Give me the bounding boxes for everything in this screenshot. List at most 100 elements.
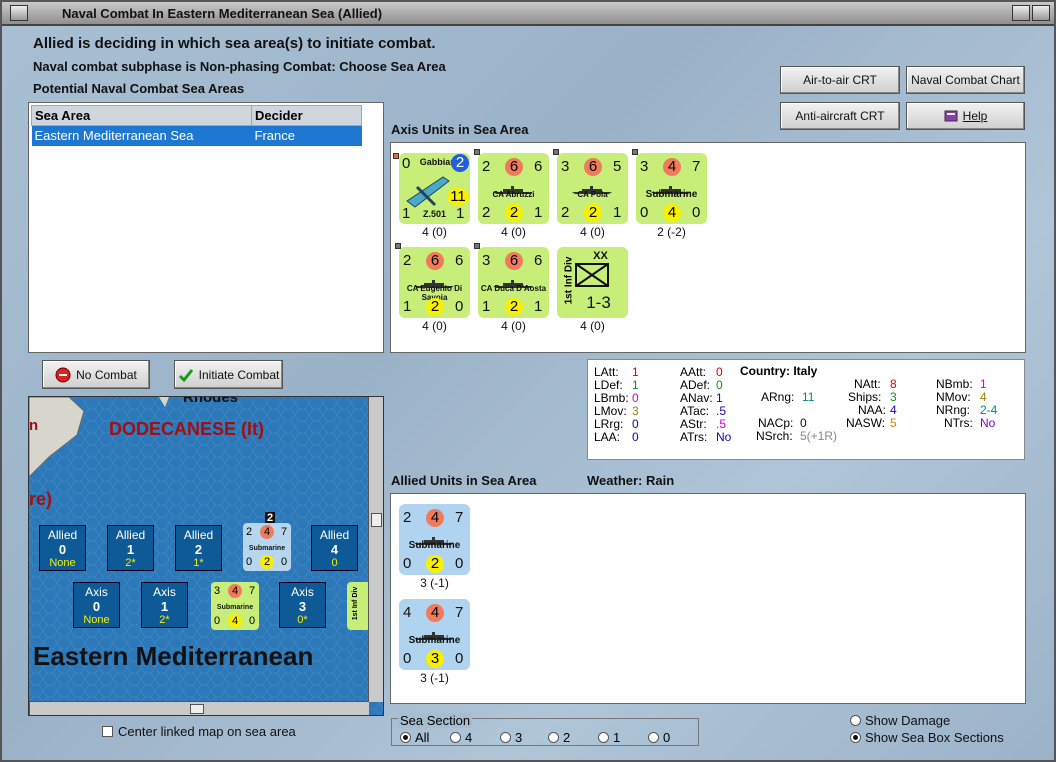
unit-strength-label: 3 (-1) <box>420 576 449 590</box>
sea-section-option[interactable]: 2 <box>548 730 570 745</box>
center-linked-checkbox[interactable]: Center linked map on sea area <box>102 724 296 739</box>
air-to-air-crt-button[interactable]: Air-to-air CRT <box>780 66 900 94</box>
table-row[interactable]: Eastern Mediterranean Sea France <box>31 125 362 146</box>
unit-counter[interactable]: 4 4 7 Submarine 0 3 0 <box>399 599 470 670</box>
sea-section-option-label: All <box>415 730 430 745</box>
unit-name: Submarine <box>645 189 698 200</box>
allied-sea-box[interactable]: Allied 2 1* <box>175 525 222 571</box>
col-decider[interactable]: Decider <box>251 105 362 126</box>
aircraft-counter[interactable]: 0 Gabbiano 2 11 1 Z.501 1 <box>399 153 470 224</box>
axis-sea-box[interactable]: Axis 3 0* <box>279 582 326 628</box>
attack-value: 2 <box>246 526 253 538</box>
minimize-button[interactable] <box>1012 5 1030 21</box>
aa-value: 0 <box>455 298 464 315</box>
map-vertical-scrollbar[interactable] <box>368 397 383 702</box>
unit-counter[interactable]: 266CA Eugenio Di Savoia120 <box>399 247 470 318</box>
movement-circle: 2 <box>426 555 444 573</box>
map-unit-counter[interactable]: 2 4 7 Submarine 0 2 0 <box>243 523 291 571</box>
vertical-scroll-thumb[interactable] <box>371 513 382 527</box>
show-sections-option[interactable]: Show Sea Box Sections <box>850 730 1004 745</box>
infantry-symbol-icon <box>575 263 609 291</box>
close-button[interactable] <box>1032 5 1050 21</box>
aa-value: 0 <box>455 650 464 667</box>
sea-section-option[interactable]: 4 <box>450 730 472 745</box>
sea-section-option[interactable]: 1 <box>598 730 620 745</box>
allied-sea-box[interactable]: Allied 1 2* <box>107 525 154 571</box>
combat-factor: 1-3 <box>586 293 611 312</box>
stat-value: No <box>716 430 732 444</box>
box-number: 3 <box>298 599 307 614</box>
radio-button[interactable] <box>850 715 861 726</box>
window-menu-button[interactable] <box>10 5 28 21</box>
allied-units-title: Allied Units in Sea Area <box>391 473 537 488</box>
stat-label: ADef: <box>680 378 711 392</box>
radio-button[interactable] <box>400 732 411 743</box>
radio-button[interactable] <box>500 732 511 743</box>
unit-counter[interactable]: 3 6 6 CA Duca D'Aosta 1 2 1 <box>478 247 549 318</box>
stat-label: LRrg: <box>594 417 624 431</box>
unit-size-label: XX <box>593 250 608 262</box>
no-entry-icon <box>55 367 71 382</box>
stat-label: LDef: <box>594 378 623 392</box>
radio-button[interactable] <box>850 732 861 743</box>
naval-combat-chart-label: Naval Combat Chart <box>911 73 1020 87</box>
division-name: 1st Inf Div <box>352 586 360 621</box>
initiate-combat-button[interactable]: Initiate Combat <box>174 360 283 389</box>
stat-value: 3 <box>890 390 897 404</box>
attack-value: 2 <box>403 252 412 269</box>
sea-area-cell[interactable]: Eastern Mediterranean Sea <box>31 125 252 146</box>
horizontal-scroll-thumb[interactable] <box>190 704 204 714</box>
radio-button[interactable] <box>648 732 659 743</box>
unit-counter[interactable]: 2 6 6 CA Abruzzi 2 2 1 <box>478 153 549 224</box>
subphase-line: Naval combat subphase is Non-phasing Com… <box>33 59 446 74</box>
allied-sea-box[interactable]: Allied 0 None <box>39 525 86 571</box>
stat-label: NMov: <box>936 390 971 404</box>
unit-counter[interactable]: 3 4 7 Submarine 0 4 0 <box>636 153 707 224</box>
map-horizontal-scrollbar[interactable] <box>29 701 369 715</box>
stat-value: 4 <box>890 403 897 417</box>
range-value: 7 <box>692 158 701 175</box>
map-unit-counter[interactable]: 3 4 7 Submarine 0 4 0 <box>211 582 259 630</box>
linked-map[interactable]: Rhodes DODECANESE (It) n re) Allied 0 None… <box>28 396 384 716</box>
sea-section-option[interactable]: 0 <box>648 730 670 745</box>
stat-value: 2-4 <box>980 403 998 417</box>
checkbox-box[interactable] <box>102 726 113 737</box>
infantry-division-counter[interactable]: XX 1st Inf Div 1-3 <box>557 247 628 318</box>
decider-cell[interactable]: France <box>251 125 362 146</box>
range-value: 6 <box>534 252 543 269</box>
axis-sea-box[interactable]: Axis 1 2* <box>141 582 188 628</box>
stat-value: 8 <box>890 377 897 391</box>
stat-label: ANav: <box>680 391 713 405</box>
stat-value: 11 <box>802 390 815 404</box>
unit-marker <box>553 149 559 155</box>
radio-button[interactable] <box>598 732 609 743</box>
axis-sea-box[interactable]: Axis 0 None <box>73 582 120 628</box>
stat-label: NTrs: <box>944 416 973 430</box>
unit-strength-label: 2 (-2) <box>657 225 686 239</box>
attack-value: 3 <box>482 252 491 269</box>
no-combat-button[interactable]: No Combat <box>42 360 150 389</box>
defense-value: 0 <box>246 556 253 568</box>
unit-marker <box>393 153 399 159</box>
aa-value: 1 <box>613 204 622 221</box>
box-side-label: Axis <box>153 585 176 599</box>
unit-counter[interactable]: 3 6 5 CA Pola 2 2 1 <box>557 153 628 224</box>
allied-sea-box[interactable]: Allied 4 0 <box>311 525 358 571</box>
sea-section-option-label: 3 <box>515 730 523 745</box>
help-button[interactable]: Help <box>906 102 1025 130</box>
show-damage-option[interactable]: Show Damage <box>850 713 950 728</box>
box-number: 1 <box>126 542 135 557</box>
radio-button[interactable] <box>450 732 461 743</box>
anti-aircraft-crt-button[interactable]: Anti-aircraft CRT <box>780 102 900 130</box>
sea-section-option[interactable]: 3 <box>500 730 522 745</box>
unit-counter[interactable]: 2 4 7 Submarine 0 2 0 <box>399 504 470 575</box>
sea-section-option[interactable]: All <box>400 730 429 745</box>
unit-name: CA Abruzzi <box>492 190 535 199</box>
naval-combat-chart-button[interactable]: Naval Combat Chart <box>906 66 1025 94</box>
box-side-label: Allied <box>319 528 350 542</box>
col-sea-area[interactable]: Sea Area <box>31 105 252 126</box>
stat-value: 5 <box>890 416 897 430</box>
dodecanese-label: DODECANESE (It) <box>109 419 265 439</box>
radio-button[interactable] <box>548 732 559 743</box>
sea-area-list[interactable]: Sea Area Decider Eastern Mediterranean Se… <box>28 102 384 353</box>
